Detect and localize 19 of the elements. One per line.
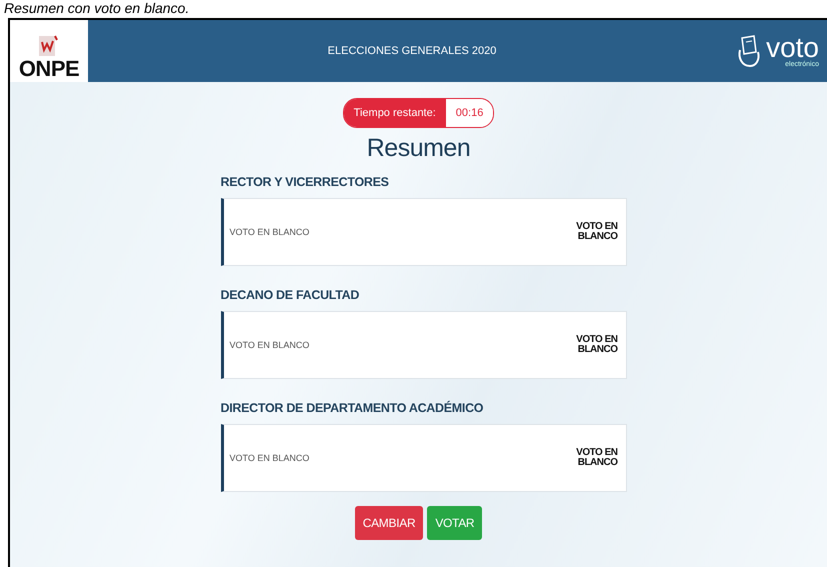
section-title: DIRECTOR DE DEPARTAMENTO ACADÉMICO: [220, 401, 484, 415]
timer-label: Tiempo restante:: [344, 99, 446, 127]
selection-text: VOTO EN BLANCO: [230, 227, 310, 237]
ballot-mark-icon: [38, 34, 60, 58]
brand-text: voto: [766, 34, 819, 60]
section-title: DECANO DE FACULTAD: [220, 288, 360, 302]
page-heading: Resumen: [366, 134, 470, 163]
blank-vote-label: VOTO EN BLANCO: [575, 448, 618, 468]
blank-vote-label: VOTO EN BLANCO: [575, 335, 618, 355]
selection-text: VOTO EN BLANCO: [230, 453, 310, 463]
change-button[interactable]: CAMBIAR: [354, 506, 424, 540]
logo-text: ONPE: [18, 58, 80, 80]
vote-button[interactable]: VOTAR: [427, 506, 482, 540]
selection-text: VOTO EN BLANCO: [230, 340, 310, 350]
figure-caption: Resumen con voto en blanco.: [4, 0, 190, 16]
section-title: RECTOR Y VICERRECTORES: [220, 175, 390, 189]
timer-value: 00:16: [446, 99, 494, 127]
blank-vote-label: VOTO EN BLANCO: [575, 222, 618, 242]
header-title: ELECCIONES GENERALES 2020: [326, 45, 498, 57]
